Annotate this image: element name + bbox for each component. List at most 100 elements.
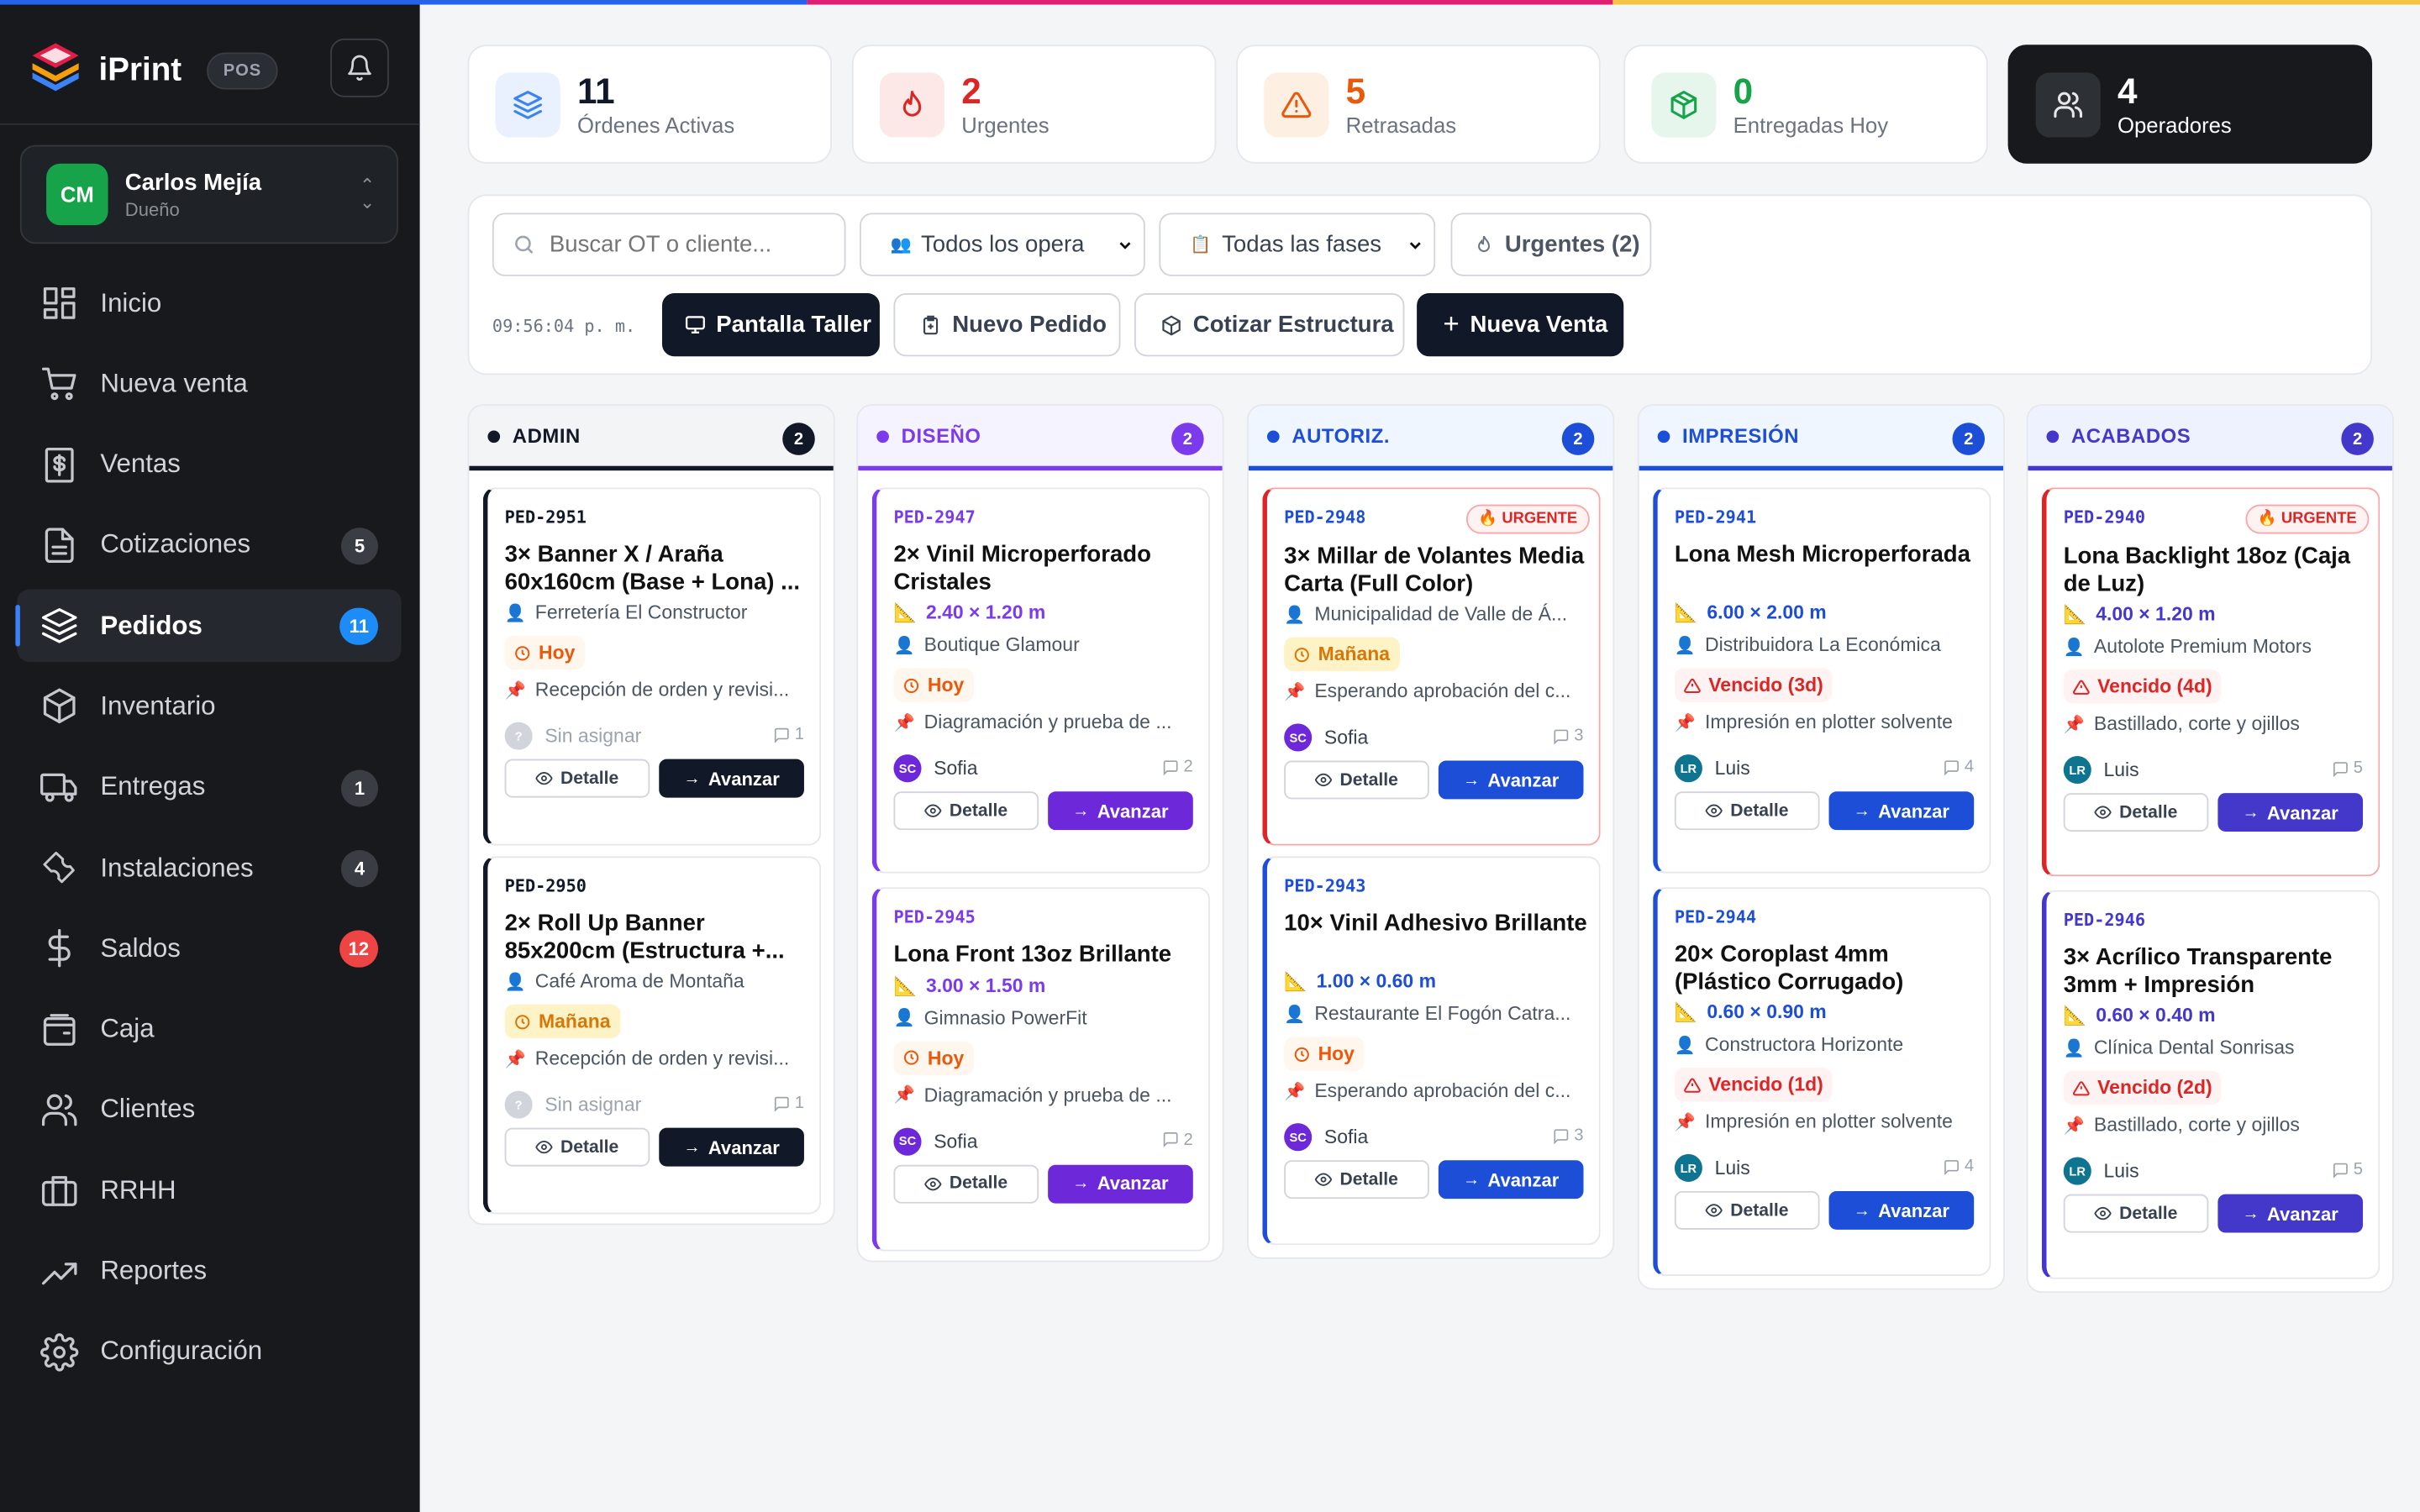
operator-filter-select[interactable]: 👥 Todos los opera (860, 213, 1145, 276)
stat-card-urgentes[interactable]: 2 Urgentes (851, 45, 1217, 164)
shop-screen-button[interactable]: Pantalla Taller (661, 292, 880, 357)
urgent-filter-button[interactable]: Urgentes (2) (1450, 213, 1652, 276)
phase-filter-select[interactable]: 📋 Todas las fases (1159, 213, 1436, 276)
stat-card-ordenes-activas[interactable]: 11 Órdenes Activas (467, 45, 832, 164)
detail-button[interactable]: Detalle (1674, 1190, 1820, 1230)
stat-card-entregadas-hoy[interactable]: 0 Entregadas Hoy (1623, 45, 1988, 164)
sidebar-item-inicio[interactable]: Inicio (17, 267, 401, 339)
comments-count[interactable]: 1 (773, 1094, 804, 1112)
order-card[interactable]: PED-2940 🔥 URGENTE Lona Backlight 18oz (Ca… (2042, 487, 2381, 877)
sidebar-item-pedidos[interactable]: Pedidos 11 (15, 589, 402, 663)
sidebar-item-caja[interactable]: Caja (17, 993, 401, 1065)
sidebar-item-inventario[interactable]: Inventario (17, 670, 401, 743)
assignee[interactable]: ? Sin asignar (504, 1090, 641, 1119)
sidebar-item-reportes[interactable]: Reportes (17, 1235, 401, 1307)
arrow-right-icon: → (683, 769, 701, 788)
order-code[interactable]: PED-2948 (1284, 507, 1365, 528)
search-box[interactable] (492, 213, 846, 276)
detail-button[interactable]: Detalle (893, 1163, 1039, 1203)
detail-button[interactable]: Detalle (504, 759, 650, 798)
stat-card-retrasadas[interactable]: 5 Retrasadas (1236, 45, 1601, 164)
stat-card-operadores[interactable]: 4 Operadores (2007, 45, 2373, 164)
sidebar-item-instalaciones[interactable]: Instalaciones 4 (17, 832, 401, 904)
assignee[interactable]: LR Luis (2063, 756, 2139, 785)
new-order-button[interactable]: Nuevo Pedido (893, 292, 1121, 357)
detail-button[interactable]: Detalle (2063, 793, 2209, 832)
advance-button[interactable]: → Avanzar (1048, 791, 1193, 831)
advance-button[interactable]: → Avanzar (2217, 793, 2364, 832)
comments-count[interactable]: 2 (1162, 1130, 1193, 1148)
advance-button[interactable]: → Avanzar (659, 1127, 804, 1167)
sidebar-item-entregas[interactable]: Entregas 1 (17, 751, 401, 823)
advance-button[interactable]: → Avanzar (659, 759, 804, 798)
order-card[interactable]: PED-2948 🔥 URGENTE 3× Millar de Volantes M… (1262, 487, 1601, 846)
due-date-badge: Vencido (4d) (2063, 669, 2222, 704)
detail-button[interactable]: Detalle (893, 791, 1039, 831)
assignee[interactable]: SC Sofia (1284, 723, 1368, 752)
order-card[interactable]: PED-2951 3× Banner X / Araña 60x160cm (Ba… (482, 487, 822, 846)
order-code[interactable]: PED-2951 (505, 507, 587, 528)
nav-badge: 5 (340, 527, 378, 565)
sidebar-item-nueva-venta[interactable]: Nueva venta (17, 348, 401, 420)
order-card[interactable]: PED-2945 Lona Front 13oz Brillante 📐 3.00 ×… (871, 887, 1210, 1252)
order-code[interactable]: PED-2944 (1675, 907, 1756, 927)
order-code[interactable]: PED-2947 (893, 507, 975, 528)
advance-button[interactable]: → Avanzar (1828, 791, 1975, 831)
detail-button[interactable]: Detalle (1284, 1160, 1429, 1200)
order-code[interactable]: PED-2940 (2064, 507, 2145, 528)
detail-button[interactable]: Detalle (504, 1127, 650, 1167)
sidebar-item-cotizaciones[interactable]: Cotizaciones 5 (17, 509, 401, 581)
assignee[interactable]: LR Luis (1674, 1153, 1750, 1182)
advance-button[interactable]: → Avanzar (1828, 1190, 1975, 1230)
comments-count[interactable]: 3 (1553, 1126, 1583, 1145)
order-card[interactable]: PED-2941 Lona Mesh Microperforada 📐 6.00 × … (1653, 487, 1991, 874)
order-code[interactable]: PED-2941 (1675, 507, 1756, 528)
order-code[interactable]: PED-2950 (505, 876, 587, 896)
comments-count[interactable]: 4 (1943, 758, 1974, 776)
person-icon: 👤 (1284, 605, 1306, 624)
detail-button[interactable]: Detalle (1674, 791, 1820, 831)
comments-count[interactable]: 4 (1943, 1158, 1974, 1176)
assignee[interactable]: ? Sin asignar (504, 722, 641, 750)
comments-count[interactable]: 5 (2332, 759, 2363, 778)
sidebar-item-clientes[interactable]: Clientes (17, 1074, 401, 1146)
advance-button[interactable]: → Avanzar (1438, 1160, 1584, 1200)
comments-count[interactable]: 1 (773, 725, 804, 743)
advance-button[interactable]: → Avanzar (1438, 760, 1584, 800)
comments-count[interactable]: 3 (1553, 727, 1583, 745)
order-card[interactable]: PED-2950 2× Roll Up Banner 85x200cm (Estr… (482, 856, 822, 1215)
order-card[interactable]: PED-2943 10× Vinil Adhesivo Brillante 📐 1.0… (1262, 856, 1601, 1246)
sidebar-item-rrhh[interactable]: RRHH (17, 1154, 401, 1226)
assignee[interactable]: SC Sofia (893, 1126, 978, 1155)
assignee-name: Luis (2103, 1160, 2139, 1182)
task-row: 📌 Bastillado, corte y ojillos (2064, 713, 2366, 735)
sidebar-item-ventas[interactable]: Ventas (17, 428, 401, 501)
order-code[interactable]: PED-2945 (893, 907, 975, 927)
comments-count[interactable]: 5 (2332, 1160, 2363, 1179)
comments-count[interactable]: 2 (1162, 758, 1193, 776)
order-code[interactable]: PED-2943 (1284, 876, 1365, 896)
brand[interactable]: iPrint POS (28, 39, 279, 102)
order-card[interactable]: PED-2944 20× Coroplast 4mm (Plástico Corr… (1653, 887, 1991, 1276)
search-input[interactable] (549, 231, 828, 258)
sidebar-item-saldos[interactable]: Saldos 12 (17, 912, 401, 984)
notifications-button[interactable] (330, 38, 389, 97)
detail-button[interactable]: Detalle (2063, 1194, 2209, 1233)
quote-structure-button[interactable]: Cotizar Estructura (1134, 292, 1405, 357)
order-code[interactable]: PED-2946 (2064, 911, 2145, 931)
warning-icon (2073, 1080, 2090, 1095)
order-card[interactable]: PED-2946 3× Acrílico Transparente 3mm + I… (2042, 890, 2381, 1279)
assignee[interactable]: LR Luis (1674, 754, 1750, 783)
user-switcher[interactable]: CM Carlos Mejía Dueño ⌃ ⌄ (19, 144, 398, 244)
detail-button[interactable]: Detalle (1284, 760, 1429, 800)
advance-button[interactable]: → Avanzar (2217, 1194, 2364, 1233)
assignee[interactable]: SC Sofia (893, 754, 978, 783)
new-sale-button[interactable]: + Nueva Venta (1417, 292, 1624, 357)
assignee[interactable]: SC Sofia (1284, 1123, 1368, 1152)
advance-button[interactable]: → Avanzar (1048, 1163, 1193, 1203)
sidebar-item-configuracion[interactable]: Configuración (17, 1315, 401, 1388)
order-card[interactable]: PED-2947 2× Vinil Microperforado Cristale… (871, 487, 1210, 874)
task-row: 📌 Diagramación y prueba de ... (893, 1084, 1196, 1105)
assignee[interactable]: LR Luis (2063, 1157, 2139, 1185)
dimensions: 0.60 × 0.40 m (2096, 1004, 2216, 1026)
